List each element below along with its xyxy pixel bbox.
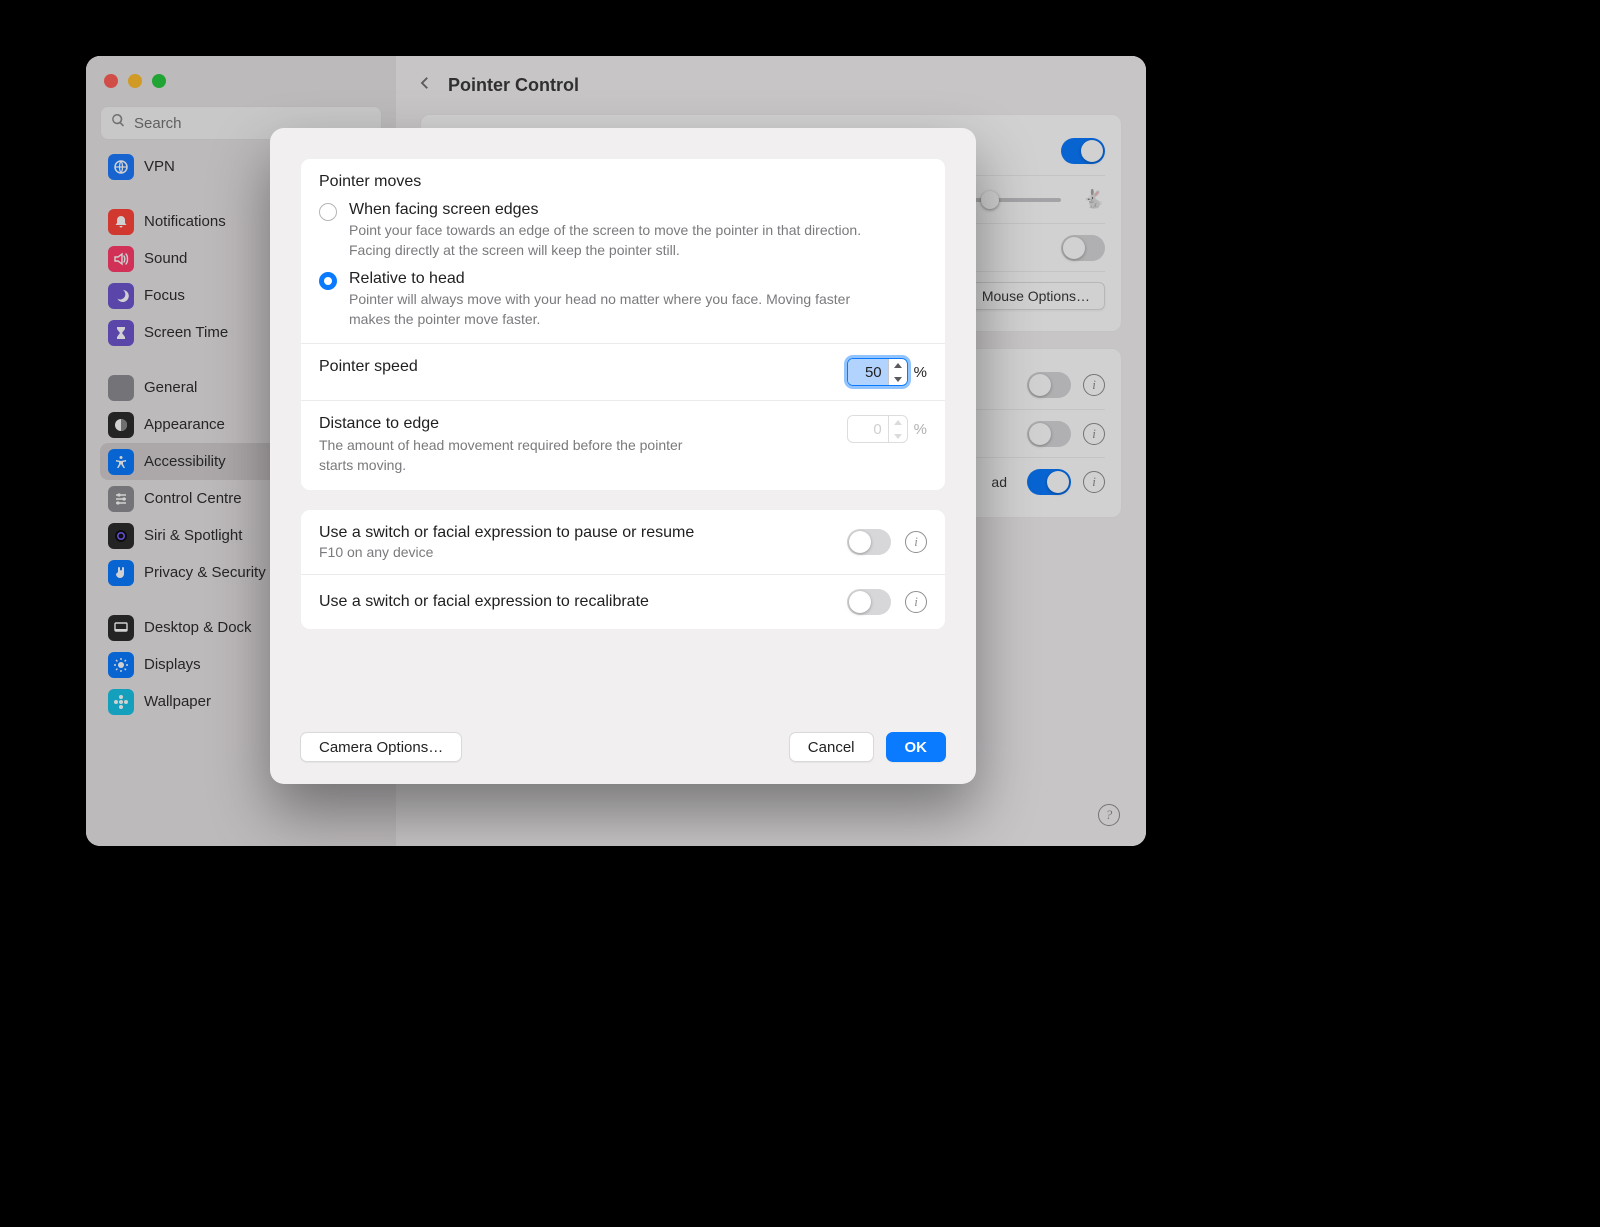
pointer-mode-facing-edges[interactable]: When facing screen edges Point your face… (319, 201, 927, 260)
siri-icon (108, 523, 134, 549)
sidebar-item-label: Screen Time (144, 324, 228, 341)
info-icon[interactable]: i (1083, 423, 1105, 445)
sliders-icon (108, 486, 134, 512)
switch-pause-toggle[interactable] (847, 529, 891, 555)
ok-button[interactable]: OK (886, 732, 947, 762)
percent-label: % (914, 421, 927, 438)
switch-recalibrate-toggle[interactable] (847, 589, 891, 615)
minimize-window-button[interactable] (128, 74, 142, 88)
distance-value: 0 (848, 416, 888, 442)
sidebar-item-label: Appearance (144, 416, 225, 433)
switches-card: Use a switch or facial expression to pau… (300, 509, 946, 630)
pointer-speed-stepper[interactable]: 50 % (847, 358, 927, 386)
sidebar-item-label: Notifications (144, 213, 226, 230)
pointer-moves-card: Pointer moves When facing screen edges P… (300, 158, 946, 491)
info-icon[interactable]: i (905, 531, 927, 553)
distance-label: Distance to edge (319, 415, 699, 433)
sidebar-item-label: Accessibility (144, 453, 226, 470)
sidebar-item-label: Sound (144, 250, 187, 267)
bg-text-partial: ad (991, 474, 1007, 490)
desktop-icon (108, 615, 134, 641)
distance-stepper: 0 % (847, 415, 927, 443)
option-label: Relative to head (349, 270, 889, 288)
moon-icon (108, 283, 134, 309)
gear-icon (108, 375, 134, 401)
content-header: Pointer Control (396, 56, 1146, 114)
switch-recalibrate-row: Use a switch or facial expression to rec… (301, 575, 945, 629)
sheet-scroll-area[interactable]: Pointer moves When facing screen edges P… (270, 128, 976, 716)
bg-toggle-5[interactable] (1027, 469, 1071, 495)
pointer-speed-label: Pointer speed (319, 358, 418, 376)
option-label: When facing screen edges (349, 201, 889, 219)
bg-toggle-2[interactable] (1061, 235, 1105, 261)
bell-icon (108, 209, 134, 235)
info-icon[interactable]: i (905, 591, 927, 613)
radio-icon (319, 272, 337, 290)
switch-recalibrate-label: Use a switch or facial expression to rec… (319, 593, 833, 611)
pointer-moves-heading: Pointer moves (319, 173, 927, 191)
info-icon[interactable]: i (1083, 374, 1105, 396)
switch-pause-label: Use a switch or facial expression to pau… (319, 524, 833, 542)
bg-toggle-3[interactable] (1027, 372, 1071, 398)
help-button[interactable]: ? (1098, 804, 1120, 826)
cancel-button[interactable]: Cancel (789, 732, 874, 762)
switch-pause-row: Use a switch or facial expression to pau… (301, 510, 945, 574)
speaker-icon (108, 246, 134, 272)
sidebar-item-label: Focus (144, 287, 185, 304)
switch-pause-sub: F10 on any device (319, 544, 833, 560)
rabbit-icon: 🐇 (1083, 189, 1105, 210)
pointer-mode-relative-head[interactable]: Relative to head Pointer will always mov… (319, 270, 927, 329)
pointer-speed-value[interactable]: 50 (848, 359, 888, 385)
stepper-up-icon[interactable] (889, 358, 907, 372)
sidebar-item-label: Displays (144, 656, 201, 673)
option-description: Pointer will always move with your head … (349, 290, 889, 329)
flower-icon (108, 689, 134, 715)
window-controls (100, 68, 382, 106)
option-description: Point your face towards an edge of the s… (349, 221, 889, 260)
globe-icon (108, 154, 134, 180)
pointer-control-sheet: Pointer moves When facing screen edges P… (270, 128, 976, 784)
hourglass-icon (108, 320, 134, 346)
bg-toggle-4[interactable] (1027, 421, 1071, 447)
mouse-options-button[interactable]: Mouse Options… (967, 282, 1105, 310)
sun-icon (108, 652, 134, 678)
camera-options-button[interactable]: Camera Options… (300, 732, 462, 762)
pointer-speed-row: Pointer speed 50 % (301, 344, 945, 400)
sidebar-item-label: General (144, 379, 197, 396)
sidebar-item-label: Privacy & Security (144, 564, 266, 581)
stepper-up-icon (889, 415, 907, 429)
stepper-down-icon[interactable] (889, 372, 907, 386)
sidebar-item-label: Desktop & Dock (144, 619, 252, 636)
page-title: Pointer Control (448, 75, 579, 96)
appearance-icon (108, 412, 134, 438)
hand-icon (108, 560, 134, 586)
sheet-footer: Camera Options… Cancel OK (270, 716, 976, 784)
stepper-down-icon (889, 429, 907, 443)
sidebar-item-label: Siri & Spotlight (144, 527, 242, 544)
info-icon[interactable]: i (1083, 471, 1105, 493)
sidebar-item-label: Control Centre (144, 490, 242, 507)
sidebar-item-label: Wallpaper (144, 693, 211, 710)
bg-toggle-1[interactable] (1061, 138, 1105, 164)
close-window-button[interactable] (104, 74, 118, 88)
sidebar-item-label: VPN (144, 158, 175, 175)
distance-description: The amount of head movement required bef… (319, 436, 699, 475)
accessibility-icon (108, 449, 134, 475)
search-icon (111, 113, 126, 133)
percent-label: % (914, 364, 927, 381)
zoom-window-button[interactable] (152, 74, 166, 88)
radio-icon (319, 203, 337, 221)
distance-to-edge-row: Distance to edge The amount of head move… (301, 401, 945, 489)
back-button[interactable] (416, 74, 434, 97)
